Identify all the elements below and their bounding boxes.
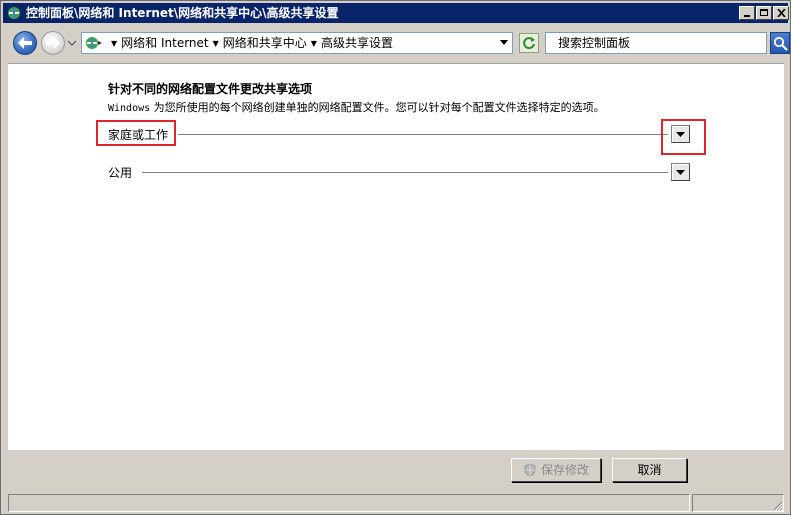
breadcrumb: ▼ 网络和 Internet ▼ 网络和共享中心 ▼ 高级共享设置 xyxy=(107,33,393,53)
refresh-icon xyxy=(523,37,535,50)
breadcrumb-item-sharing-center[interactable]: 网络和共享中心 xyxy=(223,36,307,50)
breadcrumb-separator-icon: ▼ xyxy=(111,39,118,48)
cancel-button[interactable]: 取消 xyxy=(612,458,687,482)
page-description: Windows 为您所使用的每个网络创建单独的网络配置文件。您可以针对每个配置文… xyxy=(108,99,605,115)
highlight-box-profile-label xyxy=(96,120,176,146)
address-dropdown-icon[interactable] xyxy=(500,40,508,46)
search-button[interactable] xyxy=(770,32,790,54)
back-button[interactable] xyxy=(13,31,37,55)
description-prefix: Windows xyxy=(108,103,151,114)
status-pane-main xyxy=(8,494,690,512)
refresh-button[interactable] xyxy=(519,33,539,53)
uac-shield-icon xyxy=(524,463,536,477)
expand-public-button[interactable] xyxy=(671,163,690,181)
breadcrumb-item-advanced-sharing[interactable]: 高级共享设置 xyxy=(321,36,393,50)
status-bar xyxy=(8,494,784,512)
control-panel-icon xyxy=(8,7,20,19)
title-bar[interactable]: 控制面板\网络和 Internet\网络和共享中心\高级共享设置 xyxy=(3,3,789,23)
address-bar[interactable]: ▼ 网络和 Internet ▼ 网络和共享中心 ▼ 高级共享设置 xyxy=(81,32,513,54)
save-changes-button[interactable]: 保存修改 xyxy=(511,458,601,482)
forward-button[interactable] xyxy=(41,31,65,55)
profile-section-public[interactable]: 公用 xyxy=(108,160,690,182)
search-input[interactable] xyxy=(546,33,766,53)
window-title: 控制面板\网络和 Internet\网络和共享中心\高级共享设置 xyxy=(26,6,339,20)
profile-label-public[interactable]: 公用 xyxy=(108,164,137,181)
profile-divider xyxy=(178,134,668,135)
close-icon xyxy=(777,9,786,17)
page-title: 针对不同的网络配置文件更改共享选项 xyxy=(108,82,313,96)
save-changes-label: 保存修改 xyxy=(540,463,589,477)
search-input-box[interactable] xyxy=(545,32,767,54)
maximize-button[interactable] xyxy=(756,6,772,20)
control-panel-icon xyxy=(86,37,102,49)
cancel-label: 取消 xyxy=(637,463,662,477)
status-pane-secondary xyxy=(692,494,784,512)
arrow-right-icon xyxy=(46,37,60,49)
resize-grip-icon[interactable] xyxy=(772,500,783,511)
minimize-button[interactable] xyxy=(739,6,755,20)
arrow-left-icon xyxy=(18,37,32,49)
profile-divider xyxy=(142,172,668,173)
chevron-down-icon xyxy=(676,170,685,175)
breadcrumb-item-network-internet[interactable]: 网络和 Internet xyxy=(121,36,208,50)
navigation-bar: ▼ 网络和 Internet ▼ 网络和共享中心 ▼ 高级共享设置 xyxy=(3,25,790,59)
profile-section-home-work[interactable]: 家庭或工作 xyxy=(108,122,690,144)
dialog-footer: 保存修改 取消 xyxy=(8,451,784,491)
control-panel-window: 控制面板\网络和 Internet\网络和共享中心\高级共享设置 ▼ 网络和 I… xyxy=(0,0,791,515)
search-icon xyxy=(773,36,788,51)
recent-pages-dropdown-icon[interactable] xyxy=(67,38,77,48)
breadcrumb-separator-icon[interactable]: ▼ xyxy=(311,34,317,54)
close-button[interactable] xyxy=(773,6,789,20)
highlight-box-expand-button xyxy=(661,119,706,155)
advanced-sharing-content: 针对不同的网络配置文件更改共享选项 Windows 为您所使用的每个网络创建单独… xyxy=(8,63,784,450)
breadcrumb-separator-icon[interactable]: ▼ xyxy=(213,34,219,54)
description-text: 为您所使用的每个网络创建单独的网络配置文件。您可以针对每个配置文件选择特定的选项… xyxy=(150,101,605,114)
